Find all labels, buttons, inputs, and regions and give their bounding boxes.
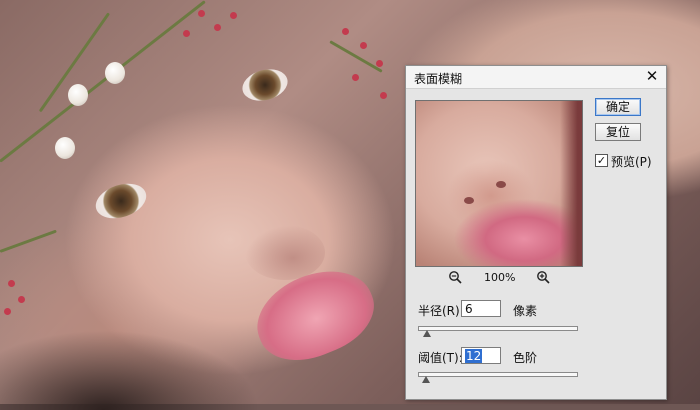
preview-hair xyxy=(560,101,582,266)
flower-bud xyxy=(68,84,88,106)
berry xyxy=(352,74,359,81)
radius-input[interactable]: 6 xyxy=(461,300,501,317)
reset-button[interactable]: 复位 xyxy=(595,123,641,141)
left-eye xyxy=(238,64,292,106)
berry xyxy=(4,308,11,315)
zoom-level: 100% xyxy=(484,271,516,284)
threshold-slider[interactable] xyxy=(418,372,578,377)
nose xyxy=(245,225,325,280)
zoom-out-icon[interactable] xyxy=(448,270,462,284)
preview-nostril xyxy=(496,181,506,188)
threshold-unit: 色阶 xyxy=(513,351,538,365)
surface-blur-dialog: 表面模糊 ✕ 100% 确定 复位 ✓ 预览(P) 半径(R): 6 像素 阈值… xyxy=(405,65,667,400)
threshold-value-selected: 12 xyxy=(465,349,483,363)
branch xyxy=(0,0,206,163)
flower-bud xyxy=(105,62,125,84)
radius-slider-thumb[interactable] xyxy=(423,330,432,337)
berry xyxy=(214,24,221,31)
ok-button[interactable]: 确定 xyxy=(595,98,641,116)
berry xyxy=(18,296,25,303)
branch xyxy=(0,229,57,253)
preview-pane[interactable] xyxy=(415,100,583,267)
preview-checkbox-label: 预览(P) xyxy=(611,155,652,169)
zoom-in-icon[interactable] xyxy=(536,270,550,284)
radius-unit: 像素 xyxy=(513,304,538,318)
radius-label: 半径(R): xyxy=(418,304,464,318)
preview-checkbox[interactable]: ✓ xyxy=(595,154,608,167)
dialog-titlebar[interactable]: 表面模糊 ✕ xyxy=(406,66,666,89)
right-eye xyxy=(91,177,151,225)
dialog-title: 表面模糊 xyxy=(414,72,463,86)
berry xyxy=(183,30,190,37)
berry xyxy=(230,12,237,19)
flower-bud xyxy=(55,137,75,159)
hair-shadow xyxy=(0,330,260,410)
berry xyxy=(198,10,205,17)
threshold-label: 阈值(T): xyxy=(418,351,463,365)
close-icon[interactable]: ✕ xyxy=(644,68,660,84)
preview-checkbox-row[interactable]: ✓ 预览(P) xyxy=(595,152,665,169)
berry xyxy=(8,280,15,287)
threshold-input[interactable]: 12 xyxy=(461,347,501,364)
berry xyxy=(342,28,349,35)
berry xyxy=(360,42,367,49)
berry xyxy=(380,92,387,99)
berry xyxy=(376,60,383,67)
branch xyxy=(329,40,383,73)
radius-slider[interactable] xyxy=(418,326,578,331)
preview-nostril xyxy=(464,197,474,204)
threshold-slider-thumb[interactable] xyxy=(421,376,430,383)
zoom-controls: 100% xyxy=(406,269,591,287)
